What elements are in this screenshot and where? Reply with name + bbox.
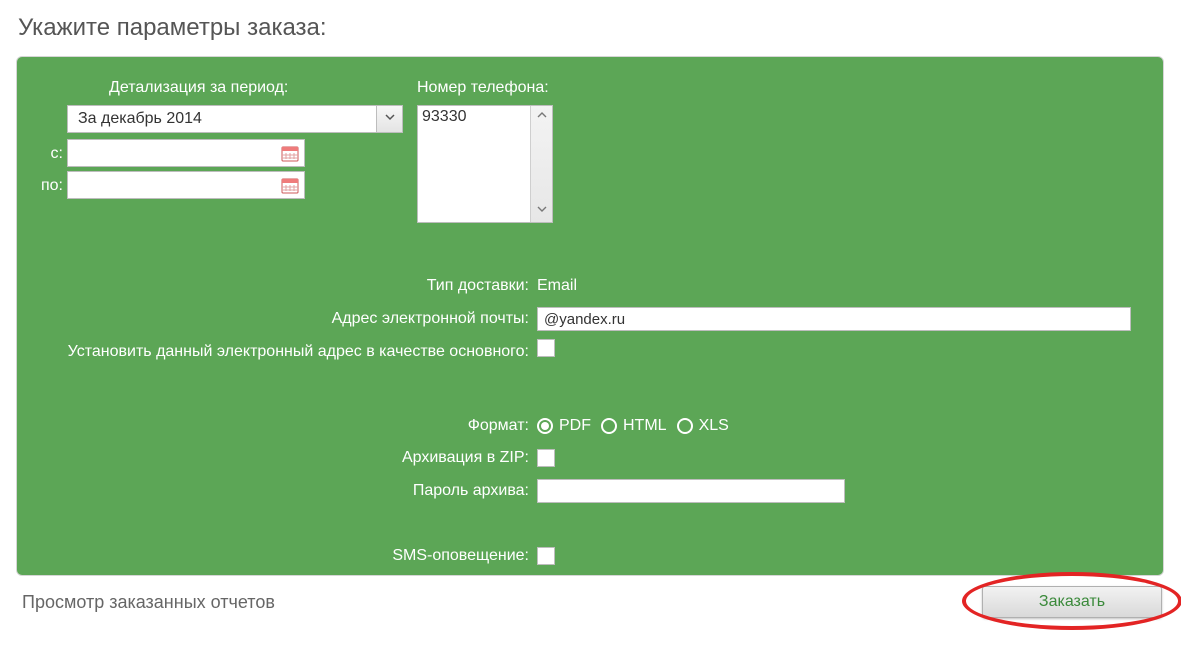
- zip-checkbox[interactable]: [537, 449, 555, 467]
- delivery-type-value: Email: [537, 277, 577, 295]
- date-to-label: по:: [29, 177, 63, 195]
- phone-list[interactable]: 93330: [417, 105, 553, 223]
- sms-checkbox[interactable]: [537, 547, 555, 565]
- chevron-down-icon: [384, 110, 396, 128]
- archive-password-label: Пароль архива:: [17, 482, 537, 500]
- calendar-icon[interactable]: [279, 142, 300, 164]
- period-select-value: За декабрь 2014: [68, 110, 376, 128]
- period-label: Детализация за период:: [109, 79, 288, 97]
- format-option-xls[interactable]: XLS: [677, 417, 729, 435]
- chevron-up-icon: [536, 108, 548, 126]
- phone-label: Номер телефона:: [417, 79, 549, 97]
- format-radio-group: PDF HTML XLS: [537, 417, 729, 435]
- format-label: Формат:: [17, 417, 537, 435]
- radio-icon: [537, 418, 553, 434]
- format-option-pdf[interactable]: PDF: [537, 417, 591, 435]
- zip-label: Архивация в ZIP:: [17, 449, 537, 467]
- date-from-input[interactable]: [68, 140, 279, 166]
- archive-password-input[interactable]: [537, 479, 845, 503]
- date-from-label: с:: [29, 145, 63, 163]
- sms-label: SMS-оповещение:: [17, 547, 537, 565]
- email-label: Адрес электронной почты:: [17, 310, 537, 328]
- phone-list-item[interactable]: 93330: [422, 108, 526, 126]
- order-form-panel: Детализация за период: За декабрь 2014 с…: [16, 56, 1164, 576]
- set-main-checkbox[interactable]: [537, 339, 555, 357]
- delivery-type-label: Тип доставки:: [17, 277, 537, 295]
- format-option-html[interactable]: HTML: [601, 417, 667, 435]
- set-main-label: Установить данный электронный адрес в ка…: [17, 339, 537, 363]
- order-button[interactable]: Заказать: [982, 586, 1162, 618]
- calendar-icon[interactable]: [279, 174, 300, 196]
- date-to-row: [67, 171, 305, 199]
- date-to-input[interactable]: [68, 172, 279, 198]
- chevron-down-icon: [536, 202, 548, 220]
- date-from-row: [67, 139, 305, 167]
- period-select[interactable]: За декабрь 2014: [67, 105, 403, 133]
- format-option-label: XLS: [699, 417, 729, 435]
- period-dropdown-button[interactable]: [376, 106, 402, 132]
- email-input[interactable]: [537, 307, 1131, 331]
- footer: Просмотр заказанных отчетов Заказать: [16, 586, 1164, 618]
- radio-icon: [677, 418, 693, 434]
- radio-icon: [601, 418, 617, 434]
- view-reports-link[interactable]: Просмотр заказанных отчетов: [16, 592, 982, 613]
- scrollbar[interactable]: [530, 106, 552, 222]
- format-option-label: HTML: [623, 417, 667, 435]
- page-title: Укажите параметры заказа:: [18, 14, 1165, 42]
- format-option-label: PDF: [559, 417, 591, 435]
